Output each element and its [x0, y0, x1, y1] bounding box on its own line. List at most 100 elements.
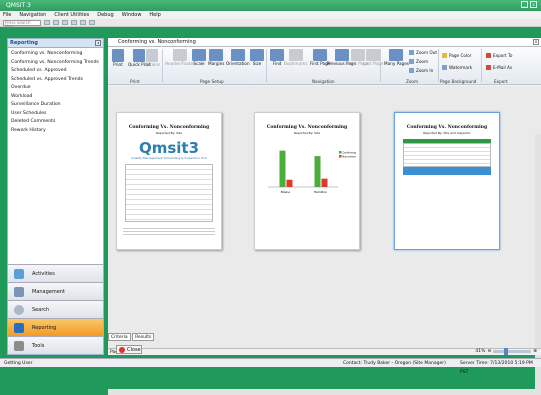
zoom-plus-icon[interactable]: ⊕ [533, 349, 537, 354]
document-tab-title: Conforming vs. Nonconforming [118, 39, 196, 45]
report-item[interactable]: Overdue [11, 84, 100, 93]
menu-debug[interactable]: Debug [97, 11, 113, 19]
legend-label: Conforming [343, 151, 357, 154]
page-color-label: Page Color [449, 53, 472, 58]
zoom-in-button[interactable]: Zoom In [409, 68, 433, 73]
options-button[interactable]: Options [144, 49, 160, 68]
nav-management-button[interactable]: Management [8, 282, 103, 300]
page-background-group-label: Page Background [440, 79, 477, 84]
zoom-minus-icon[interactable]: ⊖ [487, 349, 491, 354]
zoom-control: 41% ⊖ ⊕ [475, 348, 537, 355]
zoom-slider-knob[interactable] [504, 348, 509, 355]
email-as-label: E-Mail As [493, 65, 513, 70]
zoom-group-label: Zoom [406, 79, 419, 84]
search-input[interactable]: Press Search Here [3, 19, 41, 28]
print-preview-area[interactable]: Conforming Vs. Nonconforming Reported By… [108, 86, 541, 395]
horizontal-scrollbar[interactable] [108, 389, 541, 395]
zoom-out-icon [409, 50, 414, 55]
print-button[interactable]: Print [112, 49, 124, 68]
orientation-icon [230, 49, 245, 61]
report-item[interactable]: Deleted Comments [11, 118, 100, 127]
nav-activities-button[interactable]: Activities [8, 264, 103, 282]
report-item[interactable]: Scheduled vs. Approved [11, 67, 100, 76]
nav-search-button[interactable]: Search [8, 300, 103, 318]
menu-navigation[interactable]: Navigation [19, 11, 46, 19]
nav-reporting-button[interactable]: Reporting [8, 318, 103, 336]
report-item[interactable]: Rework History [11, 127, 100, 136]
minimize-icon[interactable]: _ [521, 1, 528, 8]
toolbar-button[interactable] [80, 20, 86, 25]
scale-button[interactable]: Scale [192, 49, 206, 67]
export-to-button[interactable]: Export To [486, 53, 512, 58]
report-item[interactable]: Scheduled vs. Approved Trends [11, 76, 100, 85]
bar-conforming-hamilton [314, 156, 321, 187]
report-page-1[interactable]: Conforming Vs. Nonconforming Reported By… [116, 112, 222, 250]
close-label: Close [127, 347, 141, 353]
zoom-slider[interactable] [493, 348, 532, 355]
zoom-button[interactable]: Zoom [409, 59, 428, 64]
legend-swatch [339, 155, 342, 158]
zoom-out-label: Zoom Out [416, 50, 437, 55]
bookmarks-button[interactable]: Bookmarks [284, 49, 307, 67]
close-window-icon[interactable]: x [530, 1, 537, 8]
size-button[interactable]: Size [250, 49, 264, 67]
page-color-button[interactable]: Page Color [442, 53, 471, 58]
pin-icon[interactable]: ◂ [95, 40, 101, 46]
menu-help[interactable]: Help [149, 11, 160, 19]
tab-criteria[interactable]: Criteria [108, 333, 131, 341]
x-tick-label: Blaine [281, 190, 290, 194]
report-item[interactable]: User Schedules [11, 110, 100, 119]
report-item[interactable]: Conforming vs. Nonconforming Trends [11, 59, 100, 68]
window-titlebar: QMSIT 3 _ x [0, 0, 541, 11]
toolbar-button[interactable] [71, 20, 77, 25]
report-page-3[interactable]: Conforming Vs. Nonconforming Reported By… [394, 112, 500, 250]
menu-file[interactable]: File [3, 11, 11, 19]
report-page-2[interactable]: Conforming Vs. Nonconforming Reported By… [254, 112, 360, 250]
tab-results[interactable]: Results [132, 333, 155, 341]
nav-tools-button[interactable]: Tools [8, 336, 103, 354]
menu-window[interactable]: Window [122, 11, 142, 19]
email-as-button[interactable]: E-Mail As [486, 65, 512, 70]
orientation-button[interactable]: Orientation [226, 49, 250, 67]
close-button[interactable]: Close [116, 345, 142, 354]
nav-label: Management [32, 288, 65, 295]
page-setup-group-label: Page Setup [200, 79, 224, 84]
status-bar: Getting User Contact: Trudy Baker - Oreg… [0, 358, 541, 375]
nav-label: Tools [32, 342, 45, 349]
toolbar-button[interactable] [62, 20, 68, 25]
panel-title: Reporting [10, 40, 38, 46]
margins-label: Margins [208, 61, 225, 66]
report-item[interactable]: Conforming vs. Nonconforming [11, 50, 100, 59]
watermark-button[interactable]: Watermark [442, 65, 472, 70]
toolbar-button[interactable] [89, 20, 95, 25]
margins-button[interactable]: Margins [208, 49, 224, 67]
zoom-level: 41% [475, 349, 486, 354]
export-to-label: Export To [493, 53, 513, 58]
header-footer-button[interactable]: Header/Footer [165, 49, 195, 67]
report-item[interactable]: Workload [11, 93, 100, 102]
notes-text [123, 226, 215, 236]
close-tab-icon[interactable]: x [533, 39, 539, 45]
search-icon [14, 304, 24, 315]
server-time: Server Time: 7/13/2010 5:19 PM PST [460, 361, 533, 375]
zoom-in-icon [409, 68, 414, 73]
document-tab[interactable]: Conforming vs. Nonconforming x [108, 38, 541, 47]
find-button[interactable]: Find [270, 49, 284, 67]
divider [162, 49, 163, 82]
zoom-out-button[interactable]: Zoom Out [409, 50, 437, 55]
many-pages-button[interactable]: Many Pages [384, 49, 409, 67]
find-label: Find [272, 61, 282, 66]
watermark-label: Watermark [449, 65, 473, 70]
menu-client-utilities[interactable]: Client Utilities [54, 11, 89, 19]
page-title: Conforming Vs. Nonconforming [266, 125, 348, 130]
many-pages-label: Many Pages [384, 61, 409, 66]
bar-conforming-blaine [279, 150, 286, 187]
report-item[interactable]: Surveillance Duration [11, 101, 100, 110]
detail-table [403, 143, 491, 167]
last-page-icon [366, 49, 381, 61]
toolbar-button[interactable] [53, 20, 59, 25]
report-viewer: Conforming vs. Nonconforming x Print Qui… [108, 38, 541, 395]
export-icon [486, 53, 491, 58]
reporting-icon [14, 322, 24, 333]
toolbar-button[interactable] [44, 20, 50, 25]
